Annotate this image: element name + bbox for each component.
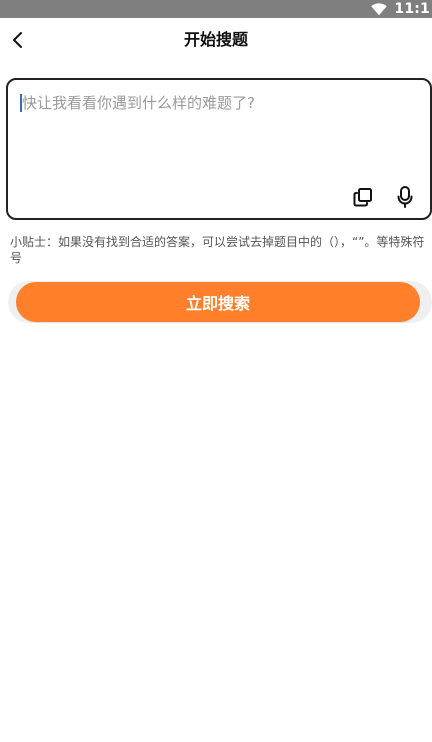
question-input[interactable] <box>22 92 414 188</box>
page-title: 开始搜题 <box>183 30 248 49</box>
status-bar-right: 11:1 <box>370 0 432 18</box>
voice-input-button[interactable] <box>392 184 418 210</box>
microphone-icon <box>395 185 415 209</box>
tip-text: 小贴士：如果没有找到合适的答案，可以尝试去掉题目中的（），“”。等特殊符号 <box>10 235 425 265</box>
copy-button[interactable] <box>350 184 376 210</box>
question-input-card <box>6 78 432 220</box>
copy-icon <box>352 186 374 208</box>
search-button[interactable]: 立即搜索 <box>16 282 420 322</box>
status-time: 11:1 <box>394 1 430 17</box>
input-actions <box>350 184 418 210</box>
wifi-icon <box>370 2 388 16</box>
status-bar: 11:1 <box>0 0 432 18</box>
top-header: 开始搜题 <box>0 18 432 62</box>
